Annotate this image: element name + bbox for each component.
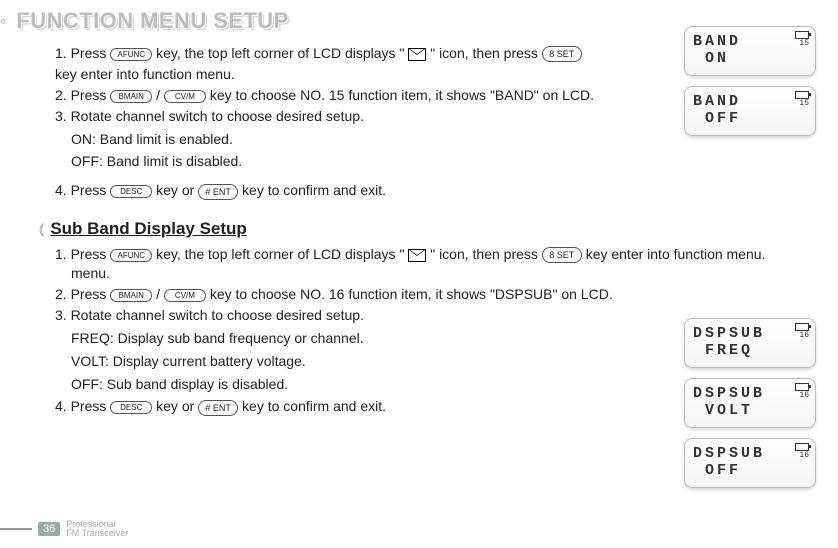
sub-section-title: Sub Band Display Setup xyxy=(50,218,246,241)
text: key enter into function menu. xyxy=(55,66,235,82)
lcd-number: 15 xyxy=(799,39,809,48)
lcd-line2: OFF xyxy=(693,462,807,479)
title-bullet-icon: ◦ xyxy=(0,11,6,32)
text: 1. Press xyxy=(55,45,110,61)
key-b-main: BMAIN xyxy=(110,90,152,103)
text: key to choose NO. 15 function item, it s… xyxy=(210,87,594,103)
key-a-func: AFUNC xyxy=(110,48,152,61)
lcd-line2: VOLT xyxy=(693,402,807,419)
lcd-line2: ON xyxy=(693,50,807,67)
lcd-line1: DSPSUB xyxy=(693,325,807,342)
battery-icon xyxy=(795,443,809,451)
text: 4. Press xyxy=(55,398,110,414)
page-footer: 36 Professional FM Transceiver xyxy=(0,520,128,538)
battery-icon xyxy=(795,31,809,39)
lcd-line1: DSPSUB xyxy=(693,445,807,462)
key-d-esc: DESC xyxy=(110,185,152,198)
key-a-func: AFUNC xyxy=(110,249,152,262)
lcd-number: 16 xyxy=(799,451,809,460)
text: 4. Press xyxy=(55,182,110,198)
lcd-dspsub-volt: 16 DSPSUB VOLT xyxy=(684,378,816,428)
lcd-line1: BAND xyxy=(693,93,807,110)
text: 2. Press xyxy=(55,87,110,103)
text: / xyxy=(156,286,164,302)
text: 1. Press xyxy=(55,246,110,262)
battery-icon xyxy=(795,91,809,99)
key-hash-ent: # ENT xyxy=(198,184,238,200)
envelope-icon xyxy=(408,249,426,262)
footer-line2: FM Transceiver xyxy=(66,528,128,538)
text: / xyxy=(156,87,164,103)
lcd-line2: FREQ xyxy=(693,342,807,359)
text: OFF: Band limit is disabled. xyxy=(55,152,820,171)
lcd-dspsub-off: 16 DSPSUB OFF xyxy=(684,438,816,488)
text: key or xyxy=(156,398,198,414)
text: key to confirm and exit. xyxy=(242,398,386,414)
text: key to choose NO. 16 function item, it s… xyxy=(210,286,613,302)
key-c-vm: CV/M xyxy=(164,289,206,302)
lcd-number: 16 xyxy=(799,331,809,340)
lcd-line1: DSPSUB xyxy=(693,385,807,402)
lcd-dspsub-freq: 16 DSPSUB FREQ xyxy=(684,318,816,368)
text: key, the top left corner of LCD displays… xyxy=(156,246,404,262)
text: key enter into function menu. xyxy=(586,246,766,262)
page-number: 36 xyxy=(38,522,60,536)
key-b-main: BMAIN xyxy=(110,289,152,302)
battery-icon xyxy=(795,323,809,331)
envelope-icon xyxy=(408,48,426,61)
text: " icon, then press xyxy=(430,246,542,262)
key-8-set: 8 SET xyxy=(542,247,582,263)
signal-icon: ⦅ xyxy=(39,219,44,241)
lcd-number: 15 xyxy=(799,99,809,108)
key-d-esc: DESC xyxy=(110,401,152,414)
page-title: FUNCTION MENU SETUP xyxy=(16,8,288,34)
lcd-number: 16 xyxy=(799,391,809,400)
lcd-line1: BAND xyxy=(693,33,807,50)
lcd-band-off: 15 BAND OFF xyxy=(684,86,816,136)
text: " icon, then press xyxy=(430,45,542,61)
battery-icon xyxy=(795,383,809,391)
key-c-vm: CV/M xyxy=(164,90,206,103)
text: key, the top left corner of LCD displays… xyxy=(156,45,404,61)
key-hash-ent: # ENT xyxy=(198,400,238,416)
lcd-line2: OFF xyxy=(693,110,807,127)
lcd-band-on: 15 BAND ON xyxy=(684,26,816,76)
text: 2. Press xyxy=(55,286,110,302)
key-8-set: 8 SET xyxy=(542,46,582,62)
text: key or xyxy=(156,182,198,198)
text: key to confirm and exit. xyxy=(242,182,386,198)
